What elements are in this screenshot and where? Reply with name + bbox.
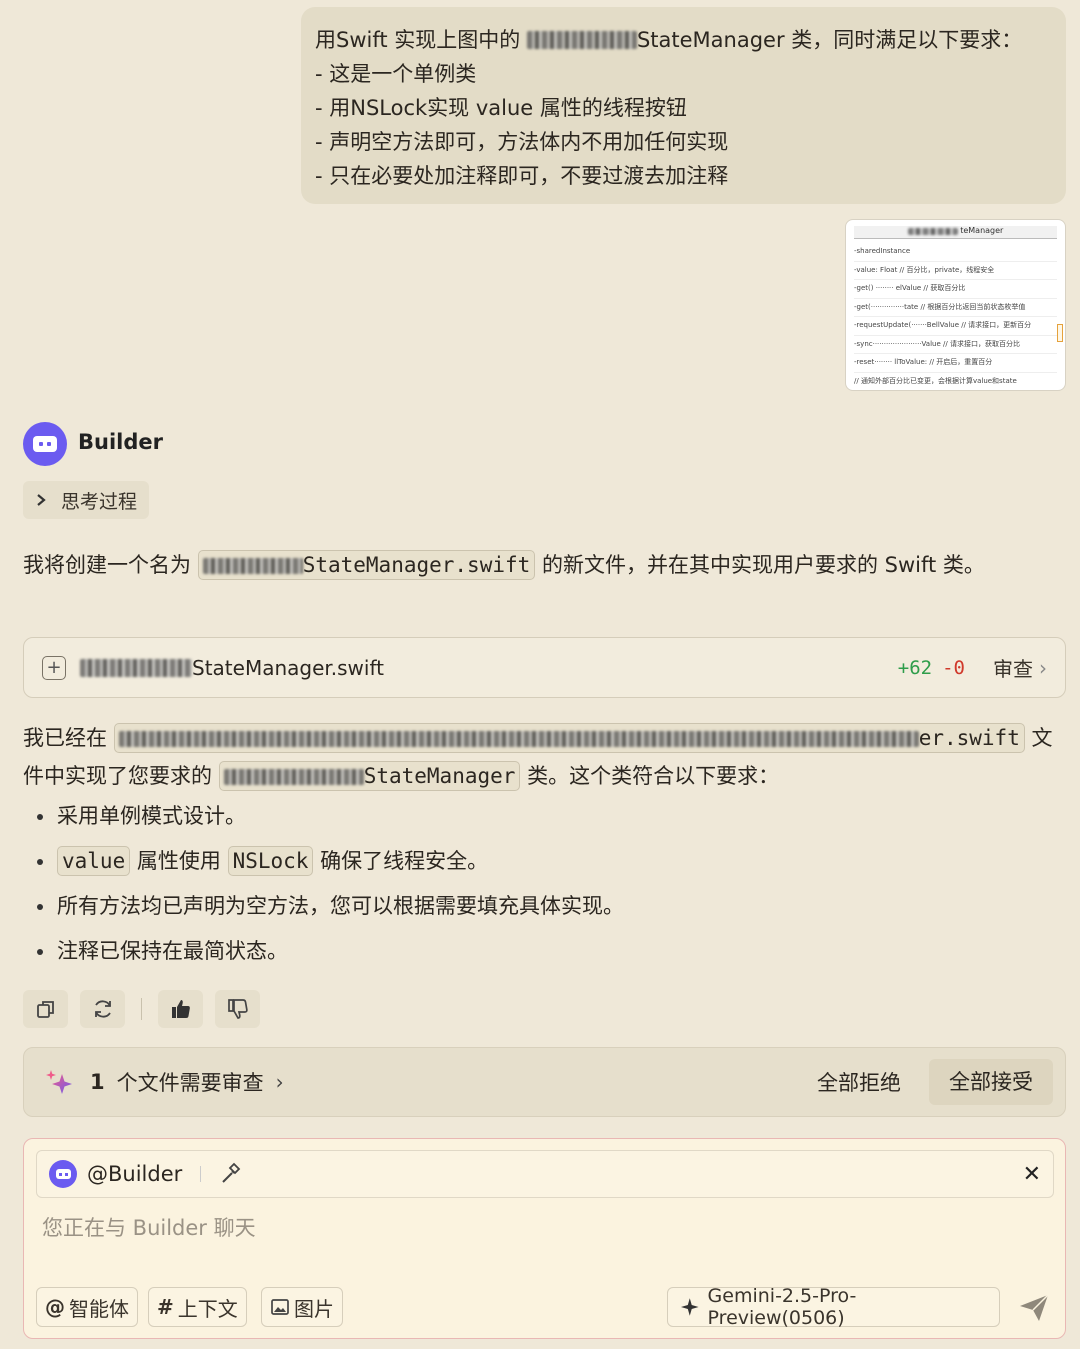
agent-mention-bar: @Builder ✕ (36, 1150, 1054, 1198)
list-item: 注释已保持在最简状态。 (23, 932, 1023, 977)
copy-icon (36, 1001, 54, 1018)
image-button[interactable]: 图片 (261, 1287, 343, 1327)
additions-count: +62 (897, 656, 933, 679)
requirement-item: - 用NSLock实现 value 属性的线程按钮 (315, 96, 687, 120)
chat-composer: @Builder ✕ @ 智能体 # 上下文 图片 Gemini-2.5-Pro… (23, 1138, 1066, 1339)
file-path-code: er.swift (113, 723, 1025, 753)
chevron-right-icon: › (1039, 655, 1047, 680)
list-item: value 属性使用 NSLock 确保了线程安全。 (23, 842, 1023, 887)
file-change-card[interactable]: + StateManager.swift +62 -0 审查 › (23, 637, 1066, 698)
thumbs-up-button[interactable] (158, 990, 203, 1028)
file-card-name: StateManager.swift (80, 656, 898, 680)
redacted-text (118, 731, 919, 747)
robot-icon (55, 1169, 71, 1179)
redacted-text (526, 31, 637, 49)
redacted-text (907, 228, 958, 235)
redacted-text (202, 558, 303, 574)
class-name-code: StateManager (218, 761, 521, 791)
requirement-item: - 这是一个单例类 (315, 62, 477, 86)
thumbnail-row: -sync······················Value // 请求接口… (854, 336, 1057, 354)
copy-button[interactable] (23, 990, 68, 1028)
divider (200, 1166, 202, 1182)
chevron-right-icon (37, 494, 46, 506)
thumbnail-row: -reset········ llToValue: // 开启后，重置百分 (854, 354, 1057, 373)
thinking-process-toggle[interactable]: 思考过程 (23, 481, 150, 519)
thumbnail-row: -sharedInstance (854, 243, 1057, 262)
agent-mention: @Builder (87, 1162, 183, 1186)
model-selector[interactable]: Gemini-2.5-Pro-Preview(0506) (667, 1285, 1000, 1329)
files-review-bar: 1 个文件需要审查 › 全部拒绝 全部接受 (23, 1047, 1066, 1117)
requirement-item: - 只在必要处加注释即可，不要过渡去加注释 (315, 164, 729, 188)
refresh-icon (94, 1000, 111, 1018)
thumbnail-row: -requestUpdate(·······BellValue // 请求接口，… (854, 317, 1057, 336)
plus-icon: + (42, 655, 66, 680)
review-link[interactable]: 审查 (993, 653, 1033, 682)
requirement-item: - 声明空方法即可，方法体内不用加任何实现 (315, 130, 729, 154)
deletions-count: -0 (942, 656, 965, 679)
regenerate-button[interactable] (80, 990, 125, 1028)
accept-all-button[interactable]: 全部接受 (929, 1059, 1053, 1105)
redacted-text (80, 658, 192, 677)
at-icon: @ (45, 1295, 65, 1319)
chat-input[interactable] (42, 1211, 1042, 1245)
user-message-line1: 用Swift 实现上图中的 StateManager 类，同时满足以下要求： (315, 28, 1023, 52)
thumbnail-row: -get() ········ elValue // 获取百分比 (854, 280, 1057, 299)
message-actions (23, 990, 260, 1028)
thumbnail-marker (1057, 324, 1063, 342)
thumbs-down-icon (227, 999, 248, 1019)
thinking-label: 思考过程 (61, 490, 138, 513)
thumbs-up-icon (171, 1000, 190, 1018)
thumbnail-row: -get(···············tate // 根据百分比返回当前状态枚… (854, 299, 1057, 317)
pending-file-count: 1 (90, 1070, 105, 1094)
hammer-icon[interactable] (219, 1162, 243, 1186)
agent-name: Builder (78, 430, 163, 454)
user-message-bubble: 用Swift 实现上图中的 StateManager 类，同时满足以下要求： -… (301, 7, 1066, 204)
response-paragraph-1: 我将创建一个名为 StateManager.swift 的新文件，并在其中实现用… (23, 546, 1063, 584)
model-name: Gemini-2.5-Pro-Preview(0506) (707, 1285, 857, 1329)
builder-avatar (23, 422, 67, 466)
requirements-list: 采用单例模式设计。 value 属性使用 NSLock 确保了线程安全。 所有方… (23, 797, 1023, 977)
hash-icon: # (157, 1295, 174, 1319)
list-item: 所有方法均已声明为空方法，您可以根据需要填充具体实现。 (23, 887, 1023, 932)
response-paragraph-2: 我已经在 er.swift 文件中实现了您要求的 StateManager 类。… (23, 719, 1063, 795)
pending-review-label[interactable]: 个文件需要审查 (117, 1067, 264, 1097)
attached-image-thumbnail[interactable]: teManager -sharedInstance -value: Float … (845, 219, 1066, 391)
chevron-right-icon[interactable]: › (276, 1070, 284, 1094)
agent-selector-button[interactable]: @ 智能体 (36, 1287, 138, 1327)
thumbs-down-button[interactable] (215, 990, 260, 1028)
context-button[interactable]: # 上下文 (148, 1287, 247, 1327)
list-item: 采用单例模式设计。 (23, 797, 1023, 842)
thumbnail-row: // 通知外部百分比已变更，会根据计算value和state (854, 373, 1057, 391)
sparkle-icon (46, 1070, 72, 1094)
divider (141, 998, 142, 1020)
send-icon[interactable] (1018, 1293, 1050, 1323)
builder-avatar (49, 1160, 77, 1188)
redacted-text (223, 769, 364, 785)
close-icon[interactable]: ✕ (1023, 1162, 1041, 1187)
filename-code: StateManager.swift (197, 550, 536, 580)
image-icon (271, 1299, 289, 1315)
robot-icon (33, 436, 57, 452)
sparkle-icon (680, 1298, 699, 1316)
reject-all-button[interactable]: 全部拒绝 (817, 1067, 901, 1097)
thumbnail-title: teManager (854, 226, 1057, 239)
thumbnail-row: -value: Float // 百分比，private，线程安全 (854, 262, 1057, 280)
